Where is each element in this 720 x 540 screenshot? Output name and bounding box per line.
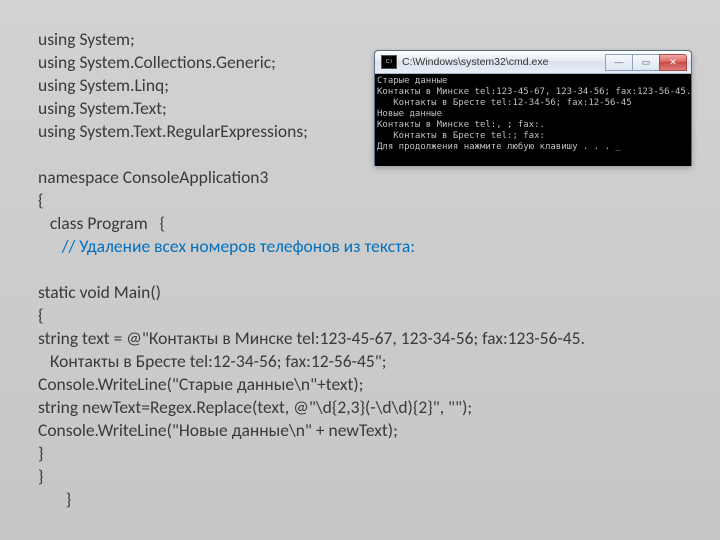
- code-line: class Program {: [38, 212, 165, 234]
- cmd-titlebar[interactable]: C:\Windows\system32\cmd.exe — ▭ ✕: [375, 51, 691, 74]
- cmd-line: Старые данные: [377, 76, 447, 86]
- code-line: Контакты в Бресте tel:12-34-56; fax:12-5…: [38, 350, 386, 372]
- code-line: Console.WriteLine("Новые данные\n" + new…: [38, 419, 398, 441]
- cmd-icon: [381, 55, 397, 69]
- code-line: {: [38, 189, 44, 211]
- code-line: }: [38, 465, 44, 487]
- code-line: Console.WriteLine("Старые данные\n"+text…: [38, 373, 363, 395]
- cmd-line: Контакты в Минске tel:, ; fax:.: [377, 120, 545, 130]
- close-button[interactable]: ✕: [659, 54, 687, 71]
- cmd-line: Контакты в Бресте tel:12-34-56; fax:12-5…: [377, 98, 632, 108]
- code-line: using System.Collections.Generic;: [38, 51, 276, 73]
- code-line: using System.Text.RegularExpressions;: [38, 120, 308, 142]
- window-buttons: — ▭ ✕: [606, 54, 687, 71]
- code-comment: // Удаление всех номеров телефонов из те…: [38, 235, 415, 257]
- code-line: string text = @"Контакты в Минске tel:12…: [38, 327, 585, 349]
- cmd-window: C:\Windows\system32\cmd.exe — ▭ ✕ Старые…: [374, 50, 692, 166]
- cmd-line: Контакты в Минске tel:123-45-67, 123-34-…: [377, 87, 691, 97]
- cmd-output: Старые данные Контакты в Минске tel:123-…: [375, 74, 691, 166]
- code-line: {: [38, 304, 44, 326]
- minimize-button[interactable]: —: [605, 54, 633, 71]
- cmd-line: Контакты в Бресте tel:; fax:: [377, 131, 545, 141]
- code-line: static void Main(): [38, 281, 161, 303]
- code-line: }: [38, 488, 71, 510]
- cmd-line: Для продолжения нажмите любую клавишу . …: [377, 142, 621, 152]
- code-line: string newText=Regex.Replace(text, @"\d{…: [38, 396, 472, 418]
- code-line: using System.Text;: [38, 97, 167, 119]
- cmd-line: Новые данные: [377, 109, 442, 119]
- code-line: using System.Linq;: [38, 74, 169, 96]
- code-line: }: [38, 442, 44, 464]
- code-line: namespace ConsoleApplication3: [38, 166, 268, 188]
- cmd-title: C:\Windows\system32\cmd.exe: [402, 56, 606, 68]
- slide: using System; using System.Collections.G…: [0, 0, 720, 540]
- code-line: using System;: [38, 28, 135, 50]
- maximize-button[interactable]: ▭: [632, 54, 660, 71]
